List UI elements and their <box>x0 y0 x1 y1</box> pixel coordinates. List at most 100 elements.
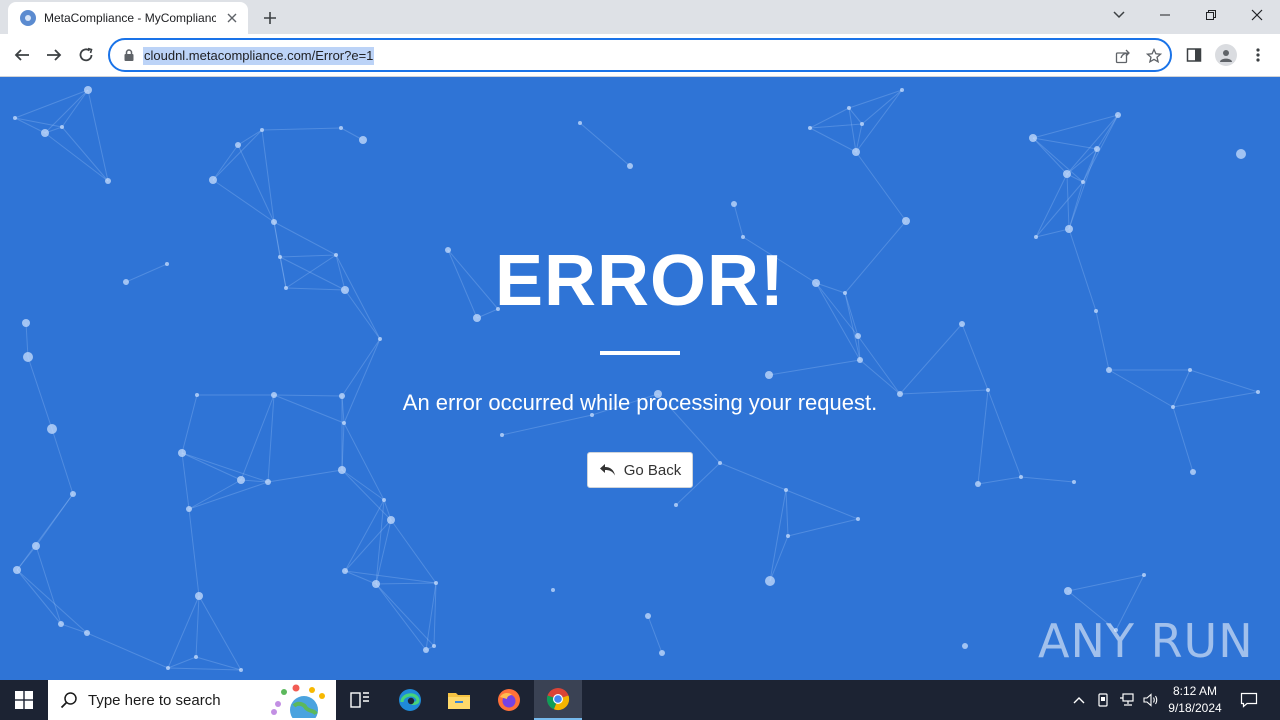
network-link <box>267 469 343 483</box>
network-link <box>899 323 963 395</box>
network-link <box>375 583 427 651</box>
network-link <box>1082 114 1119 183</box>
tab-strip: MetaCompliance - MyCompliance <box>0 0 1280 34</box>
network-node <box>847 106 851 110</box>
network-node <box>237 476 245 484</box>
network-node <box>1029 134 1037 142</box>
tab-search-button[interactable] <box>1106 4 1132 26</box>
network-node <box>808 126 812 130</box>
lock-icon[interactable] <box>122 48 136 62</box>
address-bar[interactable]: cloudnl.metacompliance.com/Error?e=1 <box>108 38 1172 72</box>
network-link <box>344 519 392 572</box>
network-node <box>1115 112 1121 118</box>
network-node <box>765 576 775 586</box>
network-background <box>13 86 1260 672</box>
network-node <box>1072 480 1076 484</box>
close-window-button[interactable] <box>1234 0 1280 30</box>
system-clock[interactable]: 8:12 AM 9/18/2024 <box>1160 683 1230 717</box>
go-back-label: Go Back <box>623 461 682 479</box>
person-icon <box>1220 50 1232 62</box>
network-node <box>84 86 92 94</box>
network-link <box>961 323 989 391</box>
network-node <box>378 337 382 341</box>
network-link <box>768 359 861 376</box>
task-view-icon <box>350 692 369 708</box>
network-link <box>785 489 859 520</box>
chrome-button[interactable] <box>534 680 582 720</box>
error-message: An error occurred while processing your … <box>402 390 878 415</box>
tray-device-button[interactable] <box>1092 680 1114 720</box>
network-link <box>579 122 631 167</box>
network-node <box>359 136 367 144</box>
network-node <box>741 235 745 239</box>
close-icon[interactable] <box>224 10 240 26</box>
volume-button[interactable] <box>1140 680 1162 720</box>
network-link <box>16 569 62 625</box>
network-link <box>212 129 263 181</box>
network-node <box>731 201 737 207</box>
network-node <box>855 333 861 339</box>
network-node <box>387 516 395 524</box>
new-tab-button[interactable] <box>258 6 282 30</box>
network-node <box>1081 180 1085 184</box>
globe-icon <box>20 10 36 26</box>
minimize-button[interactable] <box>1142 0 1188 30</box>
search-placeholder: Type here to search <box>88 691 221 709</box>
star-icon[interactable] <box>1144 46 1164 66</box>
network-node <box>70 491 76 497</box>
volume-icon <box>1143 693 1158 707</box>
network-node <box>239 668 243 672</box>
network-link <box>14 117 46 134</box>
error-heading: ERROR! <box>495 241 785 321</box>
network-node <box>186 506 192 512</box>
firefox-button[interactable] <box>485 680 533 720</box>
start-button[interactable] <box>0 680 48 720</box>
network-link <box>1066 114 1119 175</box>
network-node <box>900 88 904 92</box>
network-link <box>341 469 392 521</box>
edge-button[interactable] <box>386 680 434 720</box>
network-link <box>375 582 437 585</box>
network-link <box>501 414 593 436</box>
watermark-text: ANY RUN <box>1038 614 1254 668</box>
file-explorer-button[interactable] <box>435 680 483 720</box>
network-node <box>23 352 33 362</box>
network-node <box>432 644 436 648</box>
network-node <box>235 142 241 148</box>
heading-divider <box>600 351 680 355</box>
profile-button[interactable] <box>1214 43 1238 67</box>
browser-toolbar: cloudnl.metacompliance.com/Error?e=1 <box>0 34 1280 77</box>
network-link <box>855 89 903 153</box>
reload-button[interactable] <box>72 41 100 69</box>
device-icon <box>1098 693 1108 707</box>
network-node <box>60 125 64 129</box>
network-link <box>1032 137 1098 150</box>
network-button[interactable] <box>1116 680 1138 720</box>
menu-button[interactable] <box>1246 43 1270 67</box>
taskbar-search[interactable]: Type here to search <box>48 680 336 720</box>
browser-tab[interactable]: MetaCompliance - MyCompliance <box>8 2 248 34</box>
network-node <box>860 122 864 126</box>
share-icon[interactable] <box>1113 46 1133 66</box>
restore-button[interactable] <box>1188 0 1234 30</box>
network-node <box>1236 149 1246 159</box>
back-button[interactable] <box>8 41 36 69</box>
url-text[interactable]: cloudnl.metacompliance.com/Error?e=1 <box>143 47 375 65</box>
notifications-button[interactable] <box>1232 680 1266 720</box>
side-panel-icon[interactable] <box>1182 43 1206 67</box>
network-link <box>375 583 435 647</box>
network-node <box>342 568 348 574</box>
network-node <box>500 433 504 437</box>
chrome-icon <box>546 688 570 711</box>
network-node <box>1034 235 1038 239</box>
notification-icon <box>1240 692 1258 708</box>
network-link <box>809 123 863 129</box>
network-link <box>261 127 342 131</box>
network-node <box>578 121 582 125</box>
show-hidden-icons-button[interactable] <box>1068 680 1090 720</box>
network-node <box>551 588 555 592</box>
go-back-button[interactable]: Go Back <box>587 452 693 488</box>
forward-button[interactable] <box>40 41 68 69</box>
task-view-button[interactable] <box>336 680 384 720</box>
network-link <box>16 545 37 571</box>
